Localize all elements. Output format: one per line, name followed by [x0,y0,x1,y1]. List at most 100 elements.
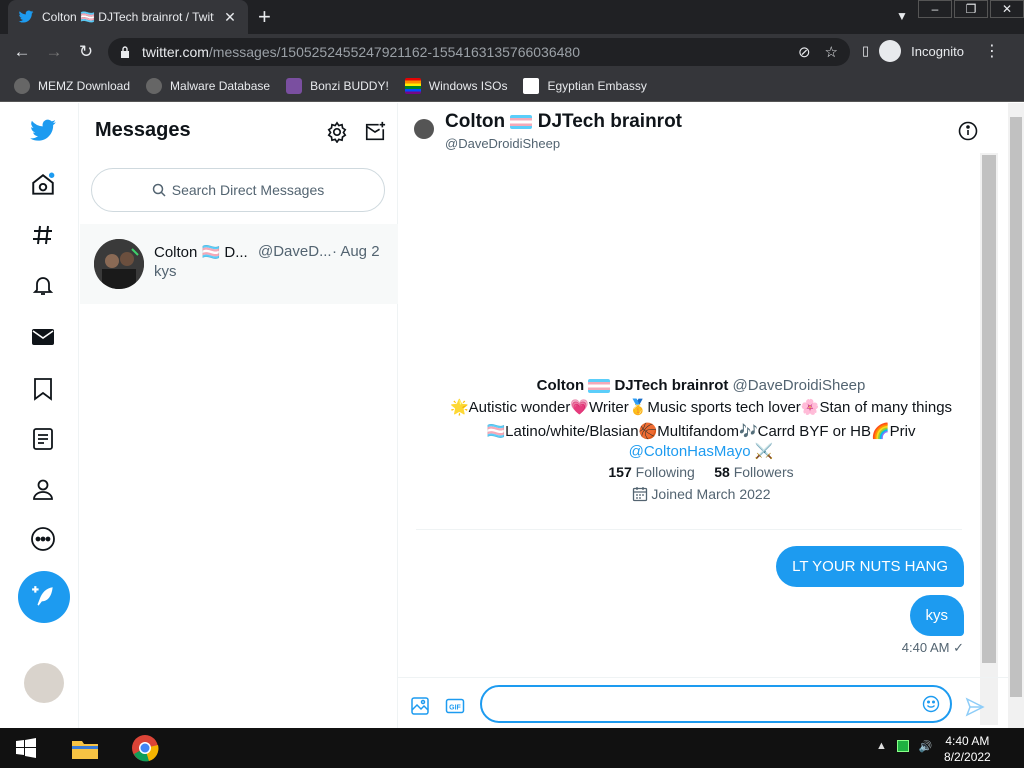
notifications-bell-icon[interactable] [29,271,57,299]
globe-icon [14,77,30,94]
image-upload-icon[interactable] [410,696,430,716]
side-panel-icon[interactable]: ▯ [862,43,869,59]
chat-title: Colton DJTech brainrot [445,111,682,132]
incognito-icon[interactable] [879,40,902,62]
messages-mail-icon[interactable] [29,323,57,351]
rainbow-flag-icon [404,77,421,94]
chat-panel: Colton DJTech brainrot @DaveDroidiSheep … [398,103,1008,728]
conversation-preview: kys [154,263,177,280]
trans-flag-icon [510,114,533,129]
twitter-logo-icon[interactable] [29,117,57,145]
volume-icon[interactable]: 🔊 [919,740,933,753]
url-text: twitter.com/messages/1505252455247921162… [142,44,580,60]
settings-gear-icon[interactable] [326,121,348,143]
tray-overflow-icon[interactable]: ▲ [876,740,887,753]
avatar[interactable] [414,119,434,139]
send-icon[interactable] [965,697,985,717]
twitter-bird-icon [18,10,34,23]
lists-icon[interactable] [29,425,57,453]
taskbar-clock[interactable]: 4:40 AM 8/2/2022 [944,733,991,765]
tab-title: Colton 🏳️‍⚧️ DJTech brainrot / Twitter [42,10,214,24]
profile-name[interactable]: Colton DJTech brainrot @DaveDroidiSheep [416,377,986,394]
profile-person-icon[interactable] [29,475,57,503]
battery-icon[interactable] [896,740,909,752]
globe-icon [146,77,163,94]
browser-tab[interactable]: Colton 🏳️‍⚧️ DJTech brainrot / Twitter ✕ [8,0,248,34]
twitter-page: Messages Search Direct Messages Colton 🏳… [0,103,1024,728]
close-window-icon[interactable]: ✕ [990,0,1024,18]
compose-tweet-button[interactable] [18,571,70,623]
sent-message-bubble[interactable]: LT YOUR NUTS HANG [776,546,964,587]
profile-label[interactable]: Incognito [911,44,964,59]
chat-handle: @DaveDroidiSheep [445,136,561,151]
profile-joined: Joined March 2022 [416,486,986,502]
account-avatar[interactable] [24,663,64,703]
lock-icon [121,46,129,58]
profile-mention-link[interactable]: @ColtonHasMayo ⚔️ [416,442,986,460]
profile-bio-line: 🏳️‍⚧️Latino/white/Blasian🏀Multifandom🎶Ca… [486,423,916,440]
explore-hashtag-icon[interactable] [29,221,57,249]
home-icon[interactable] [29,171,57,199]
browser-tab-bar: Colton 🏳️‍⚧️ DJTech brainrot / Twitter ✕… [0,0,1024,34]
bookmark-item[interactable]: Bonzi BUDDY! [286,77,389,94]
chrome-icon[interactable] [130,733,160,763]
conversation-handle: @DaveD... [258,243,332,260]
trans-flag-icon [588,379,611,394]
bookmark-star-icon[interactable]: ☆ [825,43,838,61]
divider [416,529,962,530]
conversation-name: Colton 🏳️‍⚧️ D... [154,244,248,261]
close-tab-icon[interactable]: ✕ [222,9,238,26]
back-icon[interactable]: ← [12,42,32,62]
messages-panel: Messages Search Direct Messages Colton 🏳… [80,103,398,728]
maximize-icon[interactable]: ❐ [954,0,988,18]
avatar [94,239,144,289]
bookmark-item[interactable]: MEMZ Download [14,77,130,94]
messages-title: Messages [95,119,191,141]
wix-icon [523,77,540,94]
tab-search-chevron-icon[interactable]: ▼ [896,9,908,23]
info-icon[interactable] [958,121,978,141]
reload-icon[interactable]: ↻ [76,42,96,62]
following-link[interactable]: 157 Following [608,464,694,480]
feather-plus-icon [32,586,53,606]
bookmark-item[interactable]: Egyptian Embassy [523,77,647,94]
bonzi-icon [286,77,303,94]
profile-card: Colton DJTech brainrot @DaveDroidiSheep … [416,377,986,502]
new-message-icon[interactable] [364,121,386,143]
svg-text:GIF: GIF [449,705,461,712]
search-direct-messages-input[interactable]: Search Direct Messages [91,168,385,212]
bookmark-item[interactable]: Malware Database [146,77,270,94]
profile-stats: 157 Following 58 Followers [416,464,986,480]
search-icon [152,183,166,197]
system-tray: ▲ 🔊 [876,740,933,753]
bookmarks-icon[interactable] [29,375,57,403]
profile-bio-line: 🌟Autistic wonder💗Writer🥇Music sports tec… [449,399,953,416]
page-scrollbar-thumb[interactable] [1010,117,1022,697]
clock-time: 4:40 AM [945,734,990,748]
message-timestamp: 4:40 AM ✓ [901,640,964,655]
emoji-icon[interactable] [922,695,940,713]
sent-message-bubble[interactable]: kys [909,595,964,636]
left-nav [0,103,79,728]
search-placeholder: Search Direct Messages [171,182,325,198]
more-options-icon[interactable] [29,525,57,553]
menu-kebab-icon[interactable]: ⋮ [984,41,1000,61]
message-composer[interactable] [480,685,952,723]
file-explorer-icon[interactable] [70,733,100,763]
minimize-icon[interactable]: – [918,0,952,18]
window-controls: – ❐ ✕ [916,0,1024,18]
windows-start-icon[interactable] [16,738,36,758]
bookmark-item[interactable]: Windows ISOs [404,77,507,94]
forward-icon[interactable]: → [44,42,64,62]
tracking-blocked-icon[interactable]: ⊘ [798,43,811,61]
address-bar[interactable]: twitter.com/messages/1505252455247921162… [108,38,850,66]
clock-date: 8/2/2022 [944,750,991,764]
calendar-icon [632,487,647,502]
gif-icon[interactable]: GIF [445,696,465,716]
followers-link[interactable]: 58 Followers [714,464,793,480]
message-input[interactable] [498,687,910,721]
new-tab-icon[interactable]: + [258,6,271,28]
conversation-item[interactable]: Colton 🏳️‍⚧️ D... @DaveD... · Aug 2 kys [80,224,398,304]
bookmarks-bar: MEMZ Download Malware Database Bonzi BUD… [0,70,1024,102]
conversation-date: · Aug 2 [332,243,380,260]
